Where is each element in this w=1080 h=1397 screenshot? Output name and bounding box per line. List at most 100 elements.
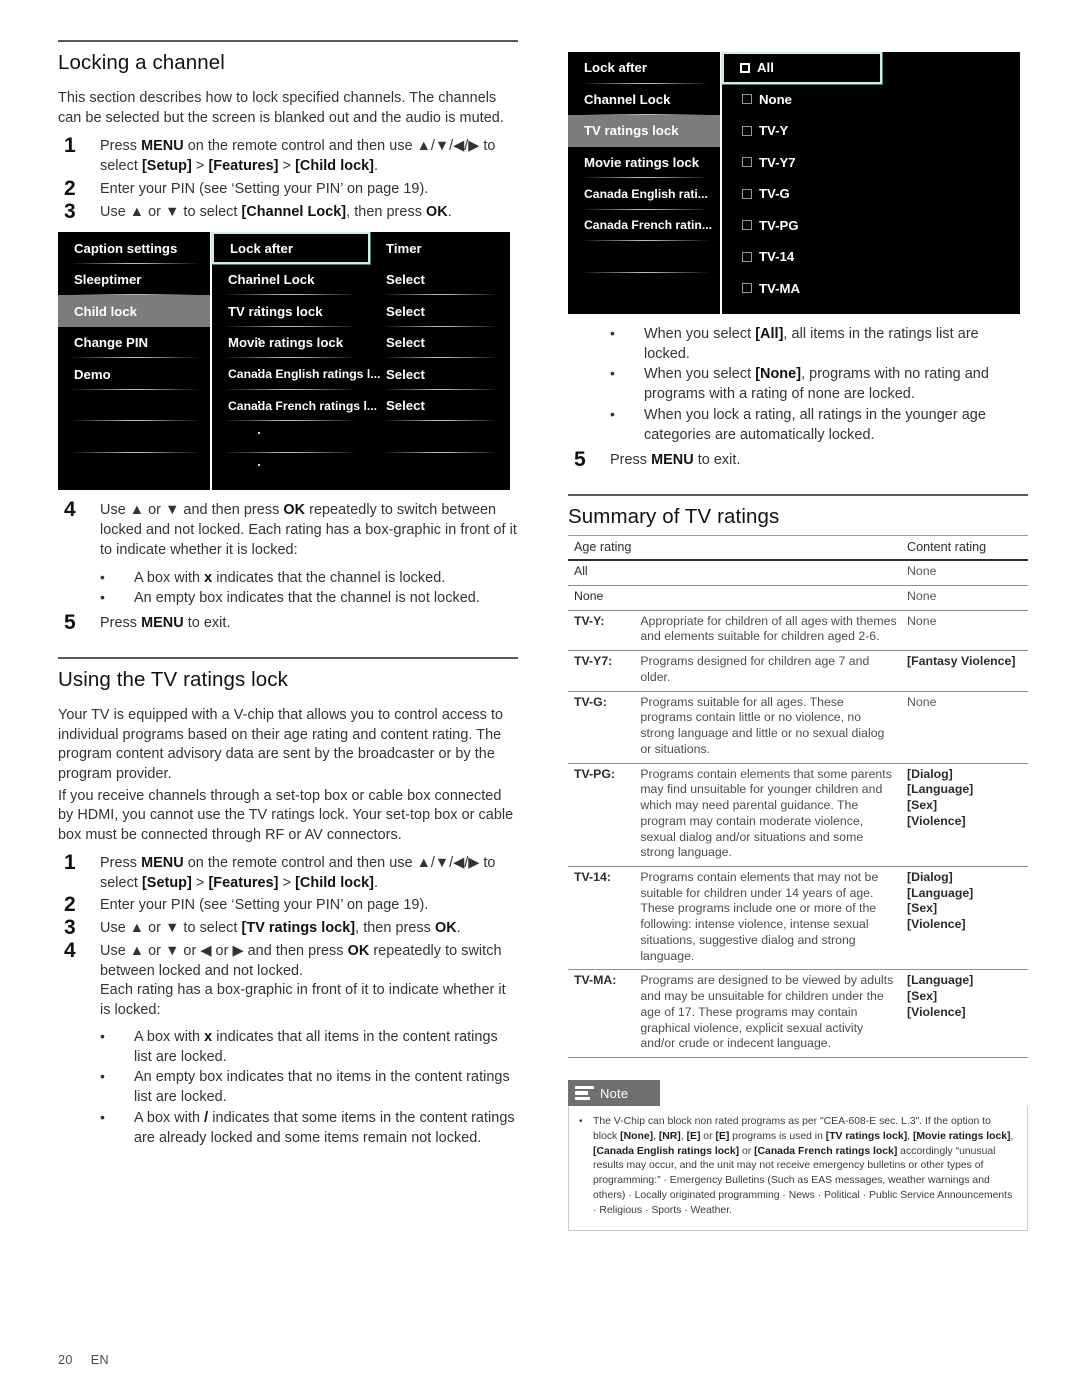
osd-item[interactable]: Demo [58,358,210,390]
checkbox-icon[interactable] [742,94,752,105]
osd-rating[interactable]: TV-MA [722,273,880,305]
osd-rating[interactable]: TV-Y7 [722,147,880,179]
checkbox-icon[interactable] [742,188,752,199]
osd-item-empty [212,421,368,453]
section-rule [58,40,518,42]
tv-menu-screenshot-ratings: Lock after Channel Lock TV ratings lock … [568,52,1020,314]
osd-item[interactable]: Lock after [568,52,720,84]
page-number: 20 [58,1353,73,1367]
bullet-item: • When you select [None], programs with … [568,365,1028,404]
step-number: 1 [64,850,76,874]
bullet-text: When you lock a rating, all ratings in t… [644,406,986,443]
step-text: Use ▲ or ▼ to select [Channel Lock], the… [100,203,452,220]
osd-left-pane: Caption settings Sleeptimer Child lock C… [58,232,210,453]
step-item: 4 Use ▲ or ▼ and then press OK repeatedl… [58,498,518,560]
step-number: 4 [64,498,76,522]
content-tag: [Language] [907,885,974,900]
osd-value-label: Timer [386,240,422,256]
osd-item-highlighted[interactable]: Lock after [212,232,370,264]
osd-rating-label: TV-G [759,186,790,202]
osd-value[interactable]: Select [370,327,510,359]
osd-item-label: Caption settings [74,240,178,256]
osd-value[interactable]: Timer [370,232,510,264]
note-label: Note [600,1085,629,1101]
osd-item[interactable]: Caption settings [58,232,210,264]
osd-rating-label: TV-14 [759,249,795,265]
osd-item[interactable]: Canada English rati... [568,178,720,210]
section-rule [568,494,1028,497]
table-row: TV-PG: Programs contain elements that so… [568,763,1028,868]
section-rule [58,656,518,659]
osd-item-label: TV ratings lock [228,303,323,319]
osd-item-label: Canada French ratings l... [228,398,377,413]
osd-rating[interactable]: TV-PG [722,210,880,242]
osd-item-empty [58,421,210,453]
osd-item-label: Movie ratings lock [584,154,700,170]
checkbox-icon[interactable] [742,251,752,262]
osd-item[interactable]: Canada French ratin... [568,210,720,241]
osd-item[interactable]: Sleeptimer [58,264,210,296]
osd-item-label: Sleeptimer [74,272,142,288]
osd-item[interactable]: Movie ratings lock [212,327,368,359]
osd-item-selected[interactable]: TV ratings lock [568,115,720,147]
content-tag: [Fantasy Violence] [907,654,1016,669]
cell-desc: Programs contain elements that may not b… [634,866,902,971]
step-item: 3 Use ▲ or ▼ to select [Channel Lock], t… [58,200,518,223]
scroll-dot-icon [258,369,260,372]
table-row: TV-Y: Appropriate for children of all ag… [568,610,1028,652]
manual-page: Locking a channel This section describes… [0,0,1080,1397]
bullet-text: A box with x indicates that the channel … [134,569,446,586]
content-tag: None [907,694,937,709]
page-footer: 20 EN [58,1353,109,1367]
osd-rating-label: TV-Y [759,123,789,139]
checkbox-icon[interactable] [742,283,752,294]
step-text: Enter your PIN (see ‘Setting your PIN’ o… [100,180,429,197]
checkbox-icon[interactable] [742,125,752,136]
osd-item[interactable]: TV ratings lock [212,295,368,327]
bullet-dot-icon: • [610,325,615,341]
step-number: 4 [64,938,76,962]
osd-rating-highlighted[interactable]: All [722,52,882,84]
table-row: TV-Y7: Programs designed for children ag… [568,650,1028,692]
content-tag: None [907,588,937,603]
table-header-row: Age rating Content rating [568,535,1028,562]
checkbox-icon[interactable] [742,220,752,231]
osd-item-selected[interactable]: Child lock [58,295,210,327]
bullet-text: When you select [All], all items in the … [644,326,979,362]
osd-item-label: Demo [74,366,111,382]
osd-value-empty [370,421,510,453]
osd-rating[interactable]: TV-Y [722,115,880,147]
checkbox-icon[interactable] [740,62,750,73]
osd-value[interactable]: Select [370,390,510,422]
osd-item[interactable]: Movie ratings lock [568,147,720,178]
right-column: Lock after Channel Lock TV ratings lock … [568,52,1028,1232]
content-tag: [Dialog] [907,766,953,781]
step-text: Press MENU to exit. [100,615,231,632]
osd-value[interactable]: Select [370,264,510,296]
cell-desc: Programs designed for children age 7 and… [634,650,902,692]
osd-item[interactable]: Canada English ratings l... [212,358,380,390]
step-item: 4 Use ▲ or ▼ or ◀ or ▶ and then press OK… [58,939,518,1021]
bullet-text: When you select [None], programs with no… [644,366,989,403]
bullet-item: • An empty box indicates that no items i… [58,1068,518,1107]
content-tag: [Violence] [907,917,966,932]
bullet-text: A box with / indicates that some items i… [134,1109,515,1146]
bullet-item: • A box with x indicates that all items … [58,1028,518,1067]
osd-rating-label: TV-Y7 [759,154,796,170]
bullet-dot-icon: • [610,365,615,382]
osd-item[interactable]: Channel Lock [568,84,720,115]
step-item: 3 Use ▲ or ▼ to select [TV ratings lock]… [58,916,518,939]
osd-value[interactable]: Select [370,295,510,327]
osd-item[interactable]: Canada French ratings l... [212,390,377,422]
osd-item-empty [568,241,720,273]
osd-item[interactable]: Change PIN [58,327,210,359]
checkbox-icon[interactable] [742,157,752,168]
osd-rating-label: TV-PG [759,217,799,233]
osd-value[interactable]: Select [370,358,510,390]
osd-rating[interactable]: None [722,84,880,116]
osd-rating[interactable]: TV-14 [722,241,880,273]
step-text: Press MENU on the remote control and the… [100,138,496,175]
osd-item[interactable]: Channel Lock [212,264,368,296]
osd-rating[interactable]: TV-G [722,178,880,210]
cell-age: TV-14: [568,866,635,971]
